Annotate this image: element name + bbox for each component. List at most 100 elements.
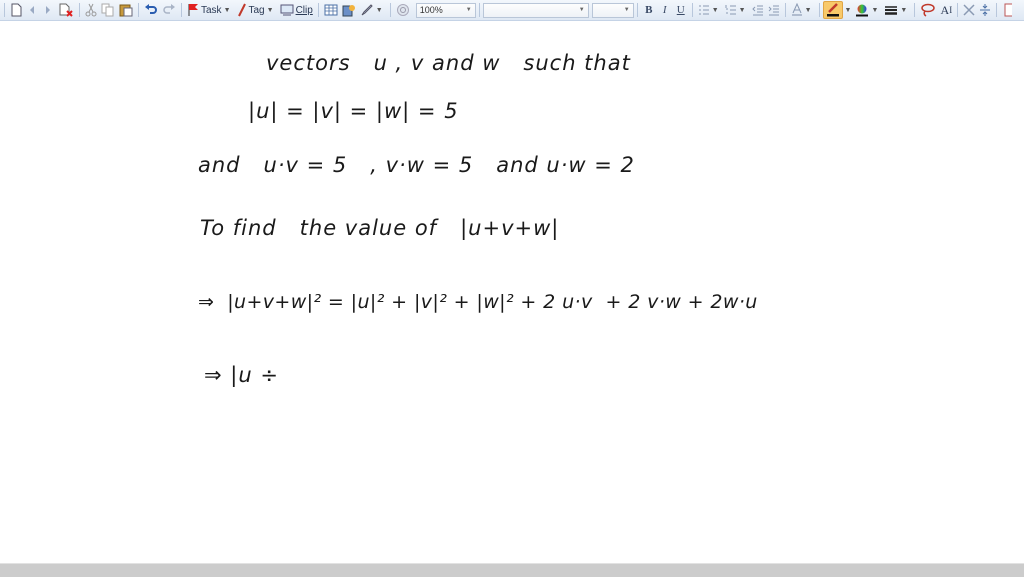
attach-button[interactable]: [340, 1, 358, 19]
table-button[interactable]: [322, 1, 340, 19]
copy-button[interactable]: [99, 1, 117, 19]
note-line-1: vectors u , v and w such that: [266, 51, 631, 75]
decrease-indent-button[interactable]: [750, 1, 766, 19]
highlighter-dropdown-icon[interactable]: ▼: [871, 7, 878, 14]
lasso-select-button[interactable]: [918, 1, 938, 19]
zoom-icon: [396, 4, 409, 16]
zoom-icon-button[interactable]: [394, 1, 412, 19]
toolbar-separator: [914, 3, 916, 17]
zoom-dropdown-icon: ▼: [465, 7, 472, 13]
toolbar-separator: [389, 3, 391, 17]
line-weight-icon: [885, 6, 898, 15]
font-color-dropdown-icon[interactable]: ▼: [805, 7, 812, 14]
undo-icon: [145, 4, 157, 14]
insert-space-vertical-button[interactable]: [977, 1, 993, 19]
new-page-icon: [11, 3, 22, 17]
line-style-dropdown-icon[interactable]: ▼: [900, 7, 907, 14]
pen-color-dropdown-icon[interactable]: ▼: [845, 7, 852, 14]
underline-icon: U: [676, 4, 685, 16]
toolbar-grip: [4, 3, 5, 17]
delete-page-button[interactable]: [56, 1, 76, 19]
scissors-icon: [85, 3, 97, 17]
clipboard-icon: [119, 4, 133, 17]
tag-dropdown-icon[interactable]: ▼: [267, 7, 274, 14]
toolbar-separator: [478, 3, 480, 17]
bold-icon: B: [645, 4, 653, 16]
highlighter-color-button[interactable]: ▼: [853, 1, 882, 19]
note-line-5: ⇒ |u+v+w|² = |u|² + |v|² + |w|² + 2 u·v …: [198, 291, 758, 313]
delete-page-icon: [59, 3, 73, 17]
redo-icon: [163, 4, 175, 14]
tag-button[interactable]: Tag ▼: [235, 1, 278, 19]
decrease-indent-icon: [751, 5, 763, 16]
toolbar-separator: [818, 3, 820, 17]
back-button[interactable]: [24, 1, 40, 19]
italic-icon: I: [662, 4, 667, 16]
lasso-icon: [921, 3, 936, 17]
font-name-dropdown-icon: ▼: [578, 7, 585, 13]
toolbar-separator: [181, 3, 182, 17]
zoom-value: 100%: [419, 5, 443, 15]
note-canvas[interactable]: vectors u , v and w such that |u| = |v| …: [0, 21, 1024, 563]
page-view-icon: [1004, 3, 1013, 17]
task-dropdown-icon[interactable]: ▼: [224, 7, 231, 14]
toolbar-separator: [138, 3, 139, 17]
pen-color-icon: [826, 3, 839, 17]
note-line-4: To find the value of |u+v+w|: [200, 216, 560, 240]
toolbar-separator: [957, 3, 959, 17]
horizontal-scrollbar[interactable]: [0, 563, 1024, 577]
back-arrow-icon: [30, 6, 34, 14]
bullets-button[interactable]: ▼: [696, 1, 723, 19]
numbering-dropdown-icon[interactable]: ▼: [739, 7, 746, 14]
eraser-button[interactable]: [961, 1, 977, 19]
clip-button[interactable]: Clip: [278, 1, 315, 19]
toolbar-separator: [636, 3, 638, 17]
bullets-dropdown-icon[interactable]: ▼: [712, 7, 719, 14]
italic-button[interactable]: I: [657, 1, 673, 19]
zoom-select[interactable]: 100% ▼: [415, 2, 476, 18]
numbering-button[interactable]: ▼: [723, 1, 750, 19]
note-line-2: |u| = |v| = |w| = 5: [248, 99, 459, 123]
paste-button[interactable]: [117, 1, 135, 19]
line-style-button[interactable]: ▼: [882, 1, 911, 19]
pen-dropdown-icon[interactable]: ▼: [376, 7, 383, 14]
clip-label: Clip: [295, 4, 313, 16]
font-color-button[interactable]: ▼: [789, 1, 816, 19]
flag-icon: [188, 4, 198, 16]
toolbar: Task ▼ Tag ▼ Clip ▼ 100% ▼ ▼ ▼ B I U ▼ ▼…: [0, 0, 1024, 21]
note-line-6: ⇒ |u ÷: [204, 363, 279, 387]
copy-icon: [101, 3, 114, 17]
color-wheel-icon: [856, 4, 869, 17]
redo-button[interactable]: [160, 1, 178, 19]
toolbar-separator: [317, 3, 319, 17]
cut-button[interactable]: [83, 1, 99, 19]
toolbar-separator: [691, 3, 693, 17]
underline-button[interactable]: U: [673, 1, 689, 19]
undo-button[interactable]: [142, 1, 160, 19]
pen-icon: [361, 4, 373, 16]
forward-arrow-icon: [46, 6, 50, 14]
pen-color-button[interactable]: [822, 1, 843, 19]
insert-space-icon: [980, 4, 991, 16]
increase-indent-icon: [768, 5, 779, 16]
toolbar-separator: [784, 3, 786, 17]
insert-space-button[interactable]: AI: [938, 1, 954, 19]
bulleted-list-icon: [698, 5, 709, 15]
task-button[interactable]: Task ▼: [185, 1, 235, 19]
pen-button[interactable]: ▼: [358, 1, 387, 19]
font-name-select[interactable]: ▼: [482, 2, 589, 18]
note-line-3: and u·v = 5 , v·w = 5 and u·w = 2: [198, 153, 635, 177]
tag-label: Tag: [248, 4, 265, 16]
more-button[interactable]: [1000, 1, 1016, 19]
new-page-button[interactable]: [8, 1, 24, 19]
numbered-list-icon: [725, 5, 736, 15]
forward-button[interactable]: [40, 1, 56, 19]
task-label: Task: [201, 4, 222, 16]
font-size-select[interactable]: ▼: [591, 2, 634, 18]
cursor-bar-icon: I: [949, 5, 953, 15]
increase-indent-button[interactable]: [766, 1, 782, 19]
bold-button[interactable]: B: [641, 1, 657, 19]
text-insert-icon: A: [940, 2, 950, 17]
attach-file-icon: [342, 5, 355, 17]
table-icon: [324, 4, 338, 16]
